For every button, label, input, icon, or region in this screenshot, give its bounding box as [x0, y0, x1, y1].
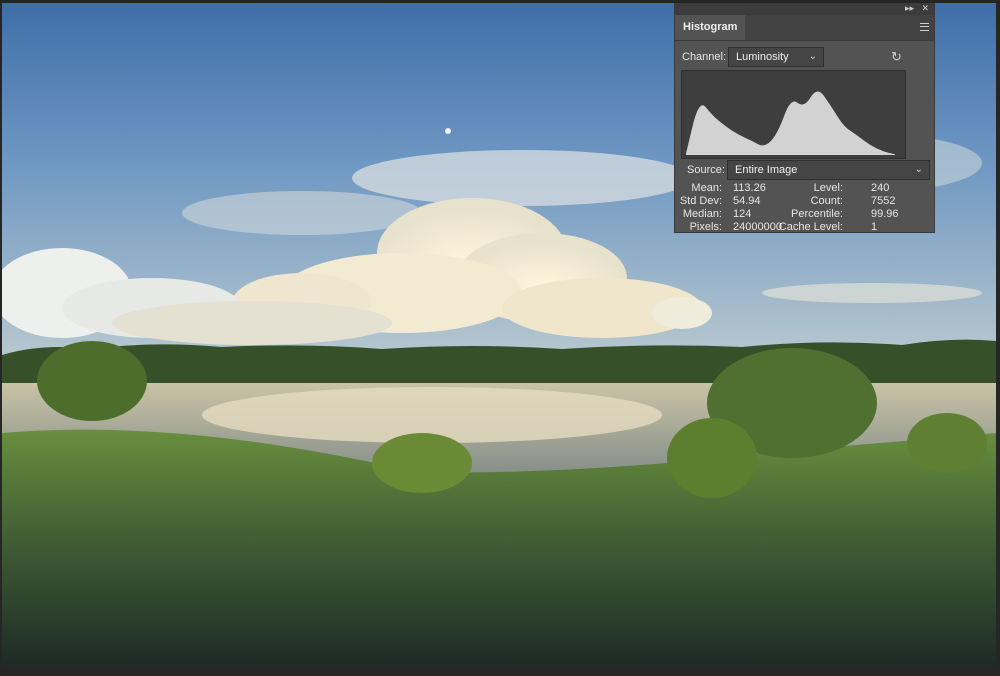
source-select[interactable]: Entire Image ⌄: [727, 160, 930, 180]
level-value: 240: [871, 182, 890, 194]
double-chevron-icon[interactable]: ▸▸: [905, 2, 914, 14]
std-dev-value: 54.94: [733, 195, 761, 207]
chevron-down-icon: ⌄: [808, 51, 817, 62]
channel-label: Channel:: [682, 51, 727, 63]
close-icon[interactable]: ✕: [921, 2, 929, 14]
count-label: Count:: [810, 195, 843, 207]
mean-label: Mean:: [691, 182, 722, 194]
histogram-graph[interactable]: [681, 70, 906, 159]
percentile-label: Percentile:: [791, 208, 843, 220]
median-label: Median:: [682, 208, 722, 220]
panel-titlebar[interactable]: ▸▸ ✕: [675, 2, 934, 15]
histogram-svg: [686, 91, 895, 155]
cache-level-value: 1: [871, 221, 878, 233]
refresh-icon[interactable]: ↻: [891, 50, 902, 64]
std-dev-label: Std Dev:: [679, 195, 722, 207]
panel-menu-icon[interactable]: [920, 23, 929, 31]
channel-select[interactable]: Luminosity ⌄: [728, 47, 824, 67]
mean-value: 113.26: [733, 182, 766, 194]
cache-level-label: Cache Level:: [778, 221, 843, 233]
chevron-down-icon: ⌄: [914, 164, 923, 175]
histogram-panel: ▸▸ ✕ Histogram Channel: Luminosity ⌄ ↻ S…: [674, 3, 935, 233]
percentile-value: 99.96: [871, 208, 899, 220]
level-label: Level:: [813, 182, 843, 194]
source-value: Entire Image: [735, 164, 798, 176]
count-value: 7552: [871, 195, 896, 207]
histogram-curve: [686, 91, 895, 155]
channel-value: Luminosity: [736, 51, 789, 63]
pixels-value: 24000000: [733, 221, 782, 233]
pixels-label: Pixels:: [689, 221, 722, 233]
median-value: 124: [733, 208, 752, 220]
source-label: Source:: [687, 164, 725, 176]
panel-tabbar: Histogram: [675, 15, 934, 41]
tab-histogram[interactable]: Histogram: [675, 15, 746, 40]
